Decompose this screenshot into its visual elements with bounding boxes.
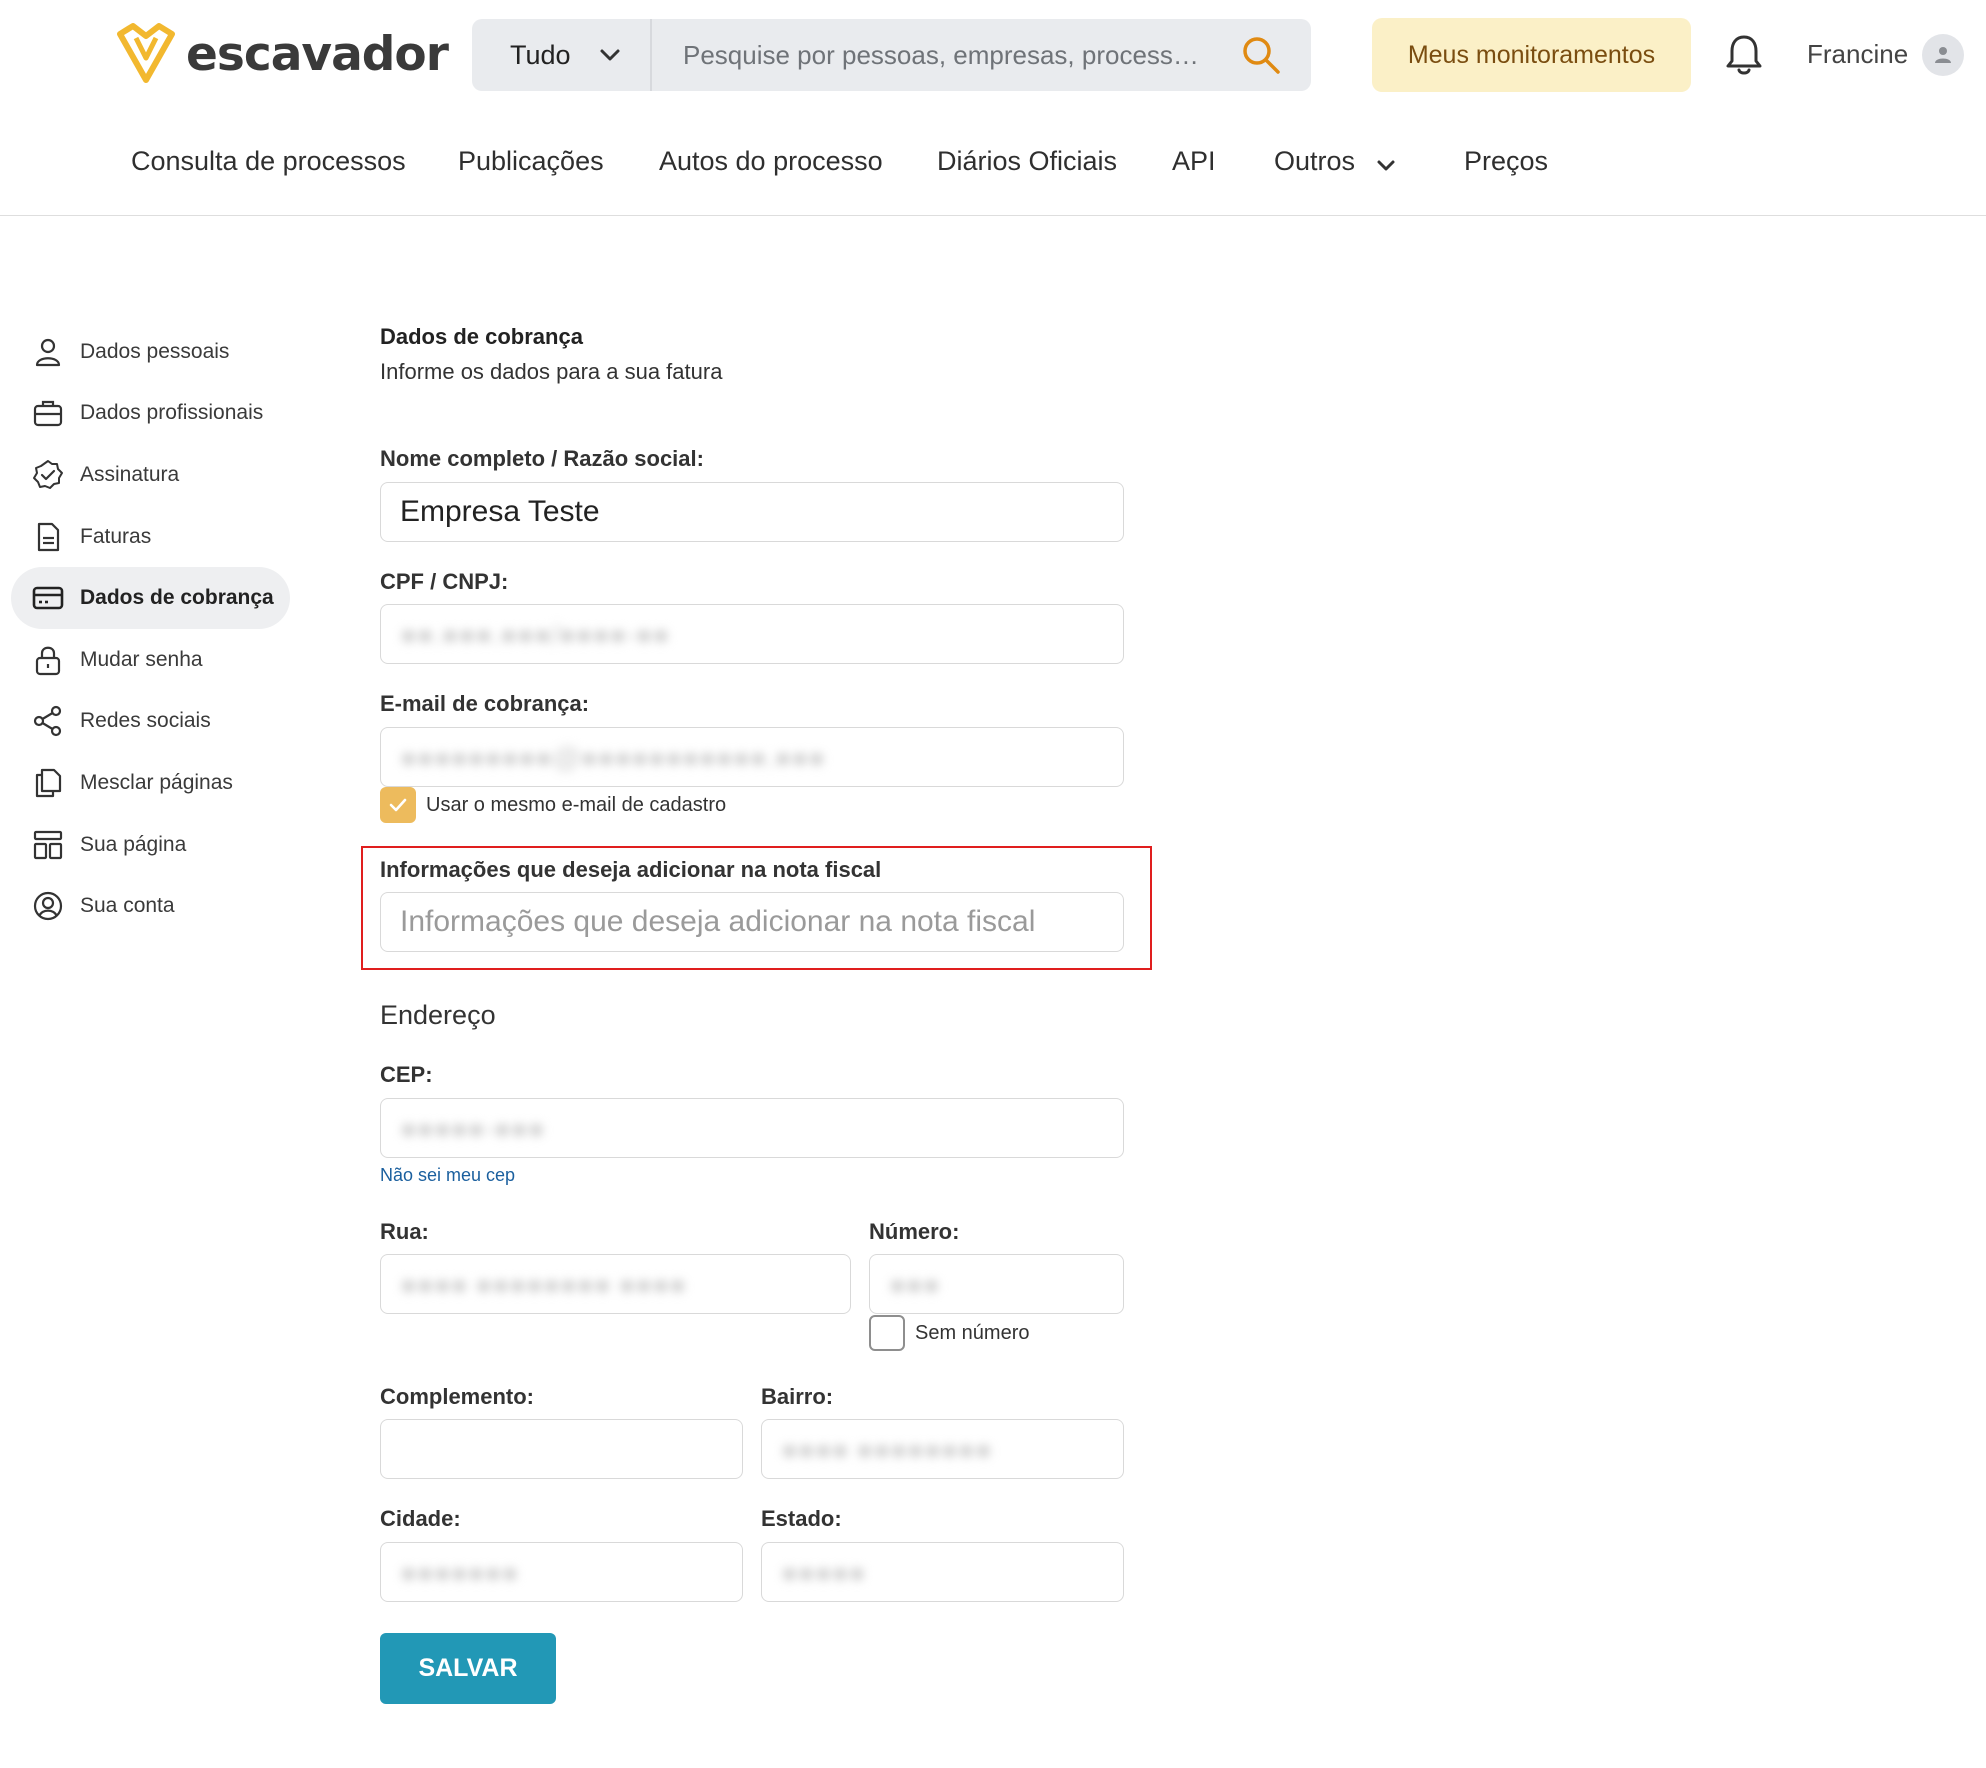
redacted-value: ●●●●●●●●●@●●●●●●●●●●●.●●● (400, 742, 826, 773)
sidebar-item-label: Faturas (80, 524, 152, 548)
number-field[interactable]: ●●● (869, 1254, 1124, 1314)
search-scope-label: Tudo (510, 39, 571, 70)
sidebar-item-dados-pessoais[interactable]: Dados pessoais (11, 321, 291, 383)
credit-card-icon (31, 581, 65, 615)
street-field[interactable]: ●●●● ●●●●●●●● ●●●● (380, 1254, 851, 1314)
sidebar-item-label: Dados de cobrança (80, 586, 274, 610)
escavador-logo-icon (117, 23, 175, 83)
email-label: E-mail de cobrança: (380, 691, 590, 716)
name-field[interactable] (380, 482, 1124, 542)
briefcase-icon (31, 396, 65, 430)
brand-name: escavador (186, 26, 449, 82)
city-label: Cidade: (380, 1506, 461, 1531)
chevron-down-icon (600, 49, 620, 61)
account-sidebar: Dados pessoais Dados profissionais Assin… (11, 321, 291, 937)
sidebar-item-label: Mudar senha (80, 647, 203, 671)
cep-field[interactable]: ●●●●●-●●● (380, 1098, 1124, 1158)
state-label: Estado: (761, 1506, 842, 1531)
city-field[interactable]: ●●●●●●● (380, 1542, 743, 1602)
complement-field[interactable] (380, 1419, 743, 1479)
check-icon (389, 798, 407, 812)
same-email-checkbox[interactable]: Usar o mesmo e-mail de cadastro (380, 787, 726, 823)
page-subtitle: Informe os dados para a sua fatura (380, 359, 723, 384)
search-input[interactable] (652, 19, 1211, 91)
nav-item-publicacoes[interactable]: Publicações (458, 146, 604, 177)
user-name[interactable]: Francine (1807, 39, 1908, 70)
sidebar-item-label: Assinatura (80, 462, 180, 486)
checkbox-unchecked[interactable] (869, 1315, 905, 1351)
brand-logo[interactable]: escavador (114, 22, 449, 86)
sidebar-item-label: Redes sociais (80, 709, 211, 733)
redacted-value: ●●● (889, 1269, 940, 1300)
share-icon (31, 704, 65, 738)
cpf-label: CPF / CNPJ: (380, 569, 509, 594)
cep-label: CEP: (380, 1062, 433, 1087)
nav-item-outros[interactable]: Outros (1274, 146, 1395, 177)
address-section-title: Endereço (380, 1000, 496, 1030)
redacted-value: ●●●●●-●●● (400, 1113, 545, 1144)
nav-item-consulta[interactable]: Consulta de processos (131, 146, 406, 177)
page-title: Dados de cobrança (380, 324, 583, 349)
nav-item-outros-label: Outros (1274, 146, 1356, 176)
sidebar-item-sua-conta[interactable]: Sua conta (11, 875, 291, 937)
email-field[interactable]: ●●●●●●●●●@●●●●●●●●●●●.●●● (380, 727, 1124, 787)
checkbox-checked[interactable] (380, 787, 416, 823)
sidebar-item-faturas[interactable]: Faturas (11, 506, 291, 568)
nav-item-autos[interactable]: Autos do processo (659, 146, 883, 177)
bell-icon[interactable] (1722, 32, 1766, 78)
badge-check-icon (31, 458, 65, 492)
redacted-value: ●●●●●●● (400, 1557, 519, 1588)
user-circle-icon (31, 889, 65, 923)
number-label: Número: (869, 1219, 960, 1244)
highlight-box (361, 846, 1152, 970)
top-header: escavador Tudo Meus monitoramentos Franc… (0, 0, 1986, 216)
no-number-checkbox[interactable]: Sem número (869, 1315, 1030, 1351)
nav-item-precos[interactable]: Preços (1464, 146, 1548, 177)
sidebar-item-mudar-senha[interactable]: Mudar senha (11, 629, 291, 691)
sidebar-item-sua-pagina[interactable]: Sua página (11, 814, 291, 876)
redacted-value: ●●.●●●.●●●/●●●●-●● (400, 619, 670, 650)
search-bar: Tudo (472, 19, 1311, 91)
sidebar-item-dados-profissionais[interactable]: Dados profissionais (11, 383, 291, 445)
district-field[interactable]: ●●●● ●●●●●●●● (761, 1419, 1124, 1479)
no-number-label: Sem número (915, 1321, 1030, 1344)
avatar[interactable] (1922, 34, 1964, 76)
redacted-value: ●●●● ●●●●●●●● (781, 1434, 992, 1465)
user-avatar-icon (1935, 47, 1951, 63)
search-button[interactable] (1211, 19, 1311, 91)
lock-icon (31, 643, 65, 677)
street-label: Rua: (380, 1219, 429, 1244)
redacted-value: ●●●●● (781, 1557, 866, 1588)
cpf-field[interactable]: ●●.●●●.●●●/●●●●-●● (380, 604, 1124, 664)
search-scope-dropdown[interactable]: Tudo (472, 19, 652, 91)
nav-item-api[interactable]: API (1172, 146, 1216, 177)
redacted-value: ●●●● ●●●●●●●● ●●●● (400, 1269, 687, 1300)
chevron-down-icon (1377, 160, 1395, 171)
layout-icon (31, 828, 65, 862)
sidebar-item-assinatura[interactable]: Assinatura (11, 444, 291, 506)
sidebar-item-mesclar-paginas[interactable]: Mesclar páginas (11, 752, 291, 814)
person-icon (31, 335, 65, 369)
sidebar-item-label: Dados pessoais (80, 339, 230, 363)
same-email-label: Usar o mesmo e-mail de cadastro (426, 793, 727, 816)
name-label: Nome completo / Razão social: (380, 446, 704, 471)
sidebar-item-label: Mesclar páginas (80, 770, 233, 794)
save-button[interactable]: SALVAR (380, 1633, 556, 1704)
sidebar-item-redes-sociais[interactable]: Redes sociais (11, 691, 291, 753)
my-monitorings-button[interactable]: Meus monitoramentos (1372, 18, 1691, 92)
sidebar-item-label: Sua conta (80, 894, 175, 918)
sidebar-item-dados-cobranca[interactable]: Dados de cobrança (11, 567, 290, 629)
search-icon (1243, 37, 1280, 74)
complement-label: Complemento: (380, 1384, 534, 1409)
copy-icon (31, 766, 65, 800)
sidebar-item-label: Dados profissionais (80, 401, 264, 425)
document-icon (31, 520, 65, 554)
cep-lookup-link[interactable]: Não sei meu cep (380, 1165, 515, 1186)
nav-item-diarios[interactable]: Diários Oficiais (937, 146, 1117, 177)
sidebar-item-label: Sua página (80, 832, 187, 856)
state-field[interactable]: ●●●●● (761, 1542, 1124, 1602)
district-label: Bairro: (761, 1384, 834, 1409)
